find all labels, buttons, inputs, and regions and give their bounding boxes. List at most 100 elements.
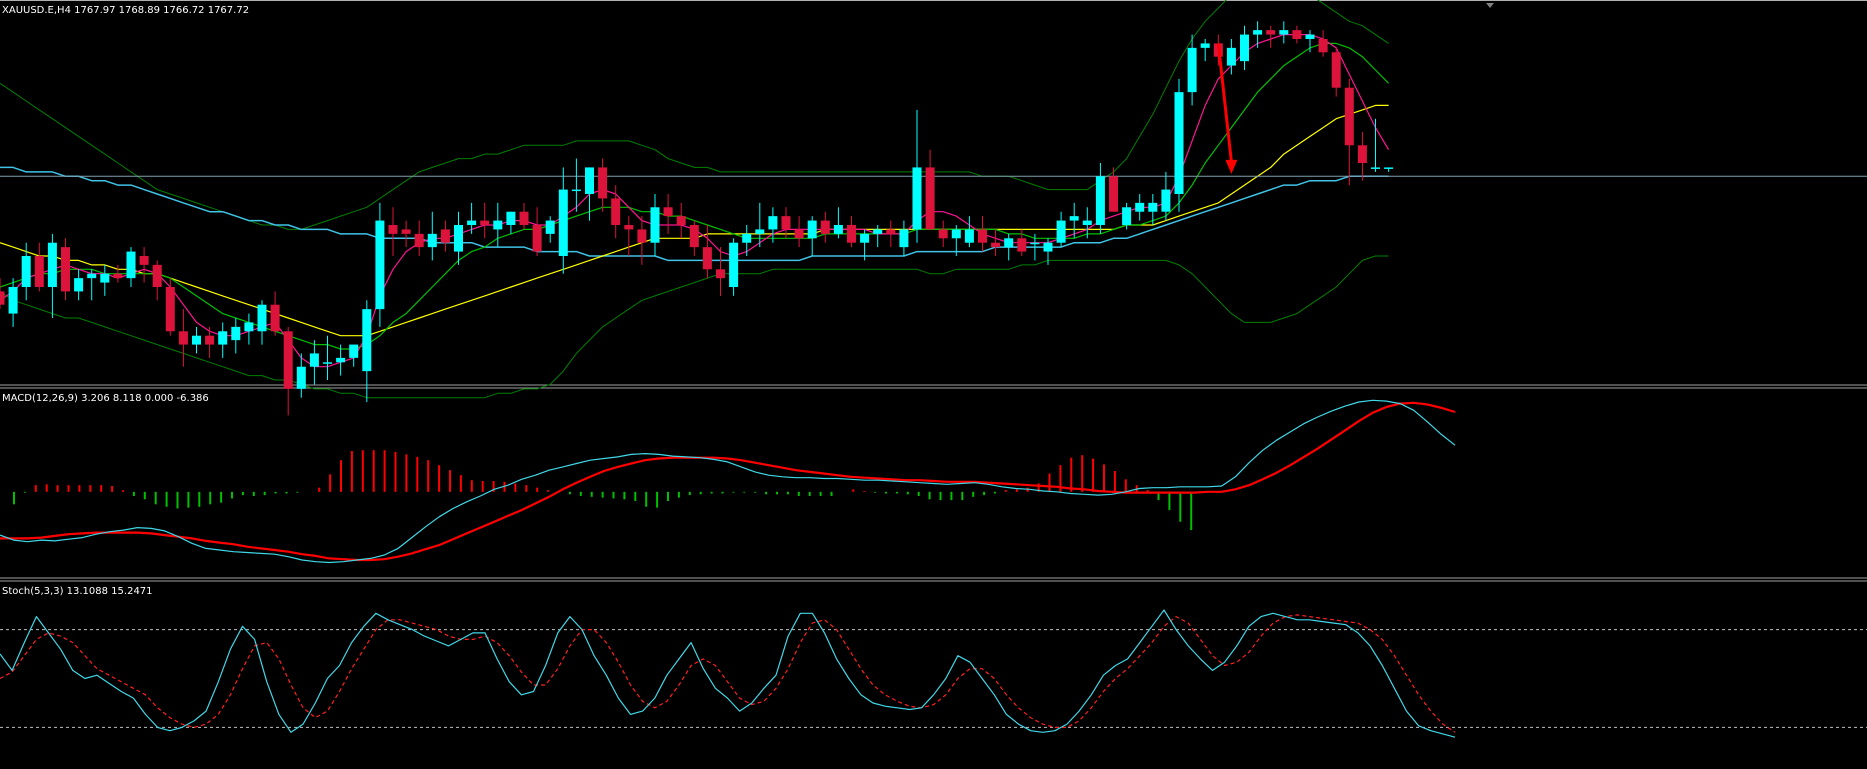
candle-body	[218, 331, 228, 345]
candle-body	[978, 229, 987, 243]
candle-body	[676, 216, 686, 225]
chart-window[interactable]: XAUUSD.E,H4 1767.97 1768.89 1766.72 1767…	[0, 0, 1867, 769]
candle-body	[1135, 202, 1145, 212]
candle-body	[244, 322, 254, 332]
candle-body	[991, 242, 1001, 248]
candle-body	[8, 287, 18, 314]
candle-body	[1174, 92, 1184, 194]
candle-body	[794, 229, 804, 239]
candle-body	[61, 247, 70, 292]
candle	[375, 202, 385, 327]
candle-body	[873, 229, 883, 234]
candle-body	[467, 220, 477, 225]
candle-body	[192, 335, 201, 345]
candle-body	[1292, 30, 1302, 39]
candle-body	[178, 331, 188, 345]
candle-body	[598, 167, 608, 199]
candle-body	[362, 309, 372, 372]
candle-body	[1240, 34, 1249, 62]
candle-body	[938, 229, 948, 239]
candle-body	[585, 167, 594, 194]
candle-body	[1095, 176, 1105, 225]
candle-body	[1253, 30, 1263, 35]
candle-body	[1344, 87, 1354, 146]
candle-body	[1357, 145, 1367, 163]
candle-body	[349, 344, 359, 358]
candle-body	[742, 233, 752, 243]
candle-body	[454, 225, 463, 252]
candle-body	[480, 220, 490, 225]
candle-body	[886, 229, 896, 234]
candle-body	[165, 287, 175, 332]
candle-body	[1266, 30, 1276, 35]
candle-body	[558, 189, 568, 256]
candle-body	[152, 264, 162, 287]
candle-body	[964, 229, 974, 243]
candle-body	[545, 220, 555, 234]
candle-body	[21, 256, 31, 287]
candle-body	[493, 220, 503, 230]
candle-body	[624, 225, 634, 230]
candle-body	[847, 225, 856, 243]
candle-body	[925, 167, 935, 230]
candle-body	[375, 220, 385, 310]
candle-body	[1279, 30, 1289, 35]
candle-body	[257, 304, 267, 332]
candle-body	[833, 225, 843, 234]
candle-body	[427, 233, 437, 248]
candle-body	[716, 269, 725, 279]
candle-body	[899, 229, 909, 248]
candle-body	[912, 167, 922, 230]
candle-body	[1148, 202, 1158, 212]
candle-body	[1109, 176, 1118, 212]
candle-body	[860, 233, 870, 243]
candle-body	[1043, 242, 1053, 252]
candle-body	[401, 229, 411, 234]
candle-body	[1305, 34, 1315, 39]
candle-body	[1056, 220, 1066, 243]
candle-body	[729, 242, 739, 287]
candle-body	[820, 220, 830, 234]
candle-body	[1122, 207, 1132, 225]
candle-body	[1226, 47, 1236, 66]
candle-body	[611, 198, 621, 225]
candle-body	[506, 211, 516, 225]
candle-body	[807, 220, 817, 239]
candle-body	[0, 291, 5, 305]
candle	[61, 238, 70, 301]
candle-body	[689, 225, 699, 248]
candle-body	[34, 256, 44, 287]
candle-body	[1004, 238, 1014, 248]
candle-body	[270, 304, 280, 332]
candle-body	[755, 229, 765, 234]
candle-body	[1318, 39, 1328, 53]
candle-body	[768, 216, 778, 230]
macd-title: MACD(12,26,9) 3.206 8.118 0.000 -6.386	[2, 393, 209, 404]
candle-body	[126, 251, 136, 279]
candle-body	[1371, 167, 1380, 169]
candle-body	[532, 225, 542, 252]
candle-body	[571, 189, 581, 192]
candle-body	[100, 273, 110, 283]
candle-body	[1331, 52, 1341, 88]
candle-body	[650, 207, 660, 243]
candle-body	[74, 278, 84, 292]
stochastic-title: Stoch(5,3,3) 13.1088 15.2471	[2, 586, 153, 597]
candle-body	[336, 357, 346, 363]
candle-body	[440, 229, 450, 243]
candle-body	[663, 207, 673, 217]
candle-body	[296, 366, 306, 389]
candle-body	[283, 331, 293, 389]
candle-body	[414, 233, 424, 248]
candle-body	[1017, 238, 1027, 252]
candle-body	[1082, 220, 1092, 225]
candle-body	[47, 242, 57, 287]
candle-body	[231, 326, 241, 341]
price-title: XAUUSD.E,H4 1767.97 1768.89 1766.72 1767…	[2, 5, 249, 16]
candle-body	[1384, 167, 1394, 169]
candle-body	[323, 362, 332, 364]
candle-body	[637, 229, 647, 243]
candle-body	[1030, 242, 1040, 245]
candle-body	[1187, 47, 1197, 93]
candle-body	[87, 273, 97, 279]
